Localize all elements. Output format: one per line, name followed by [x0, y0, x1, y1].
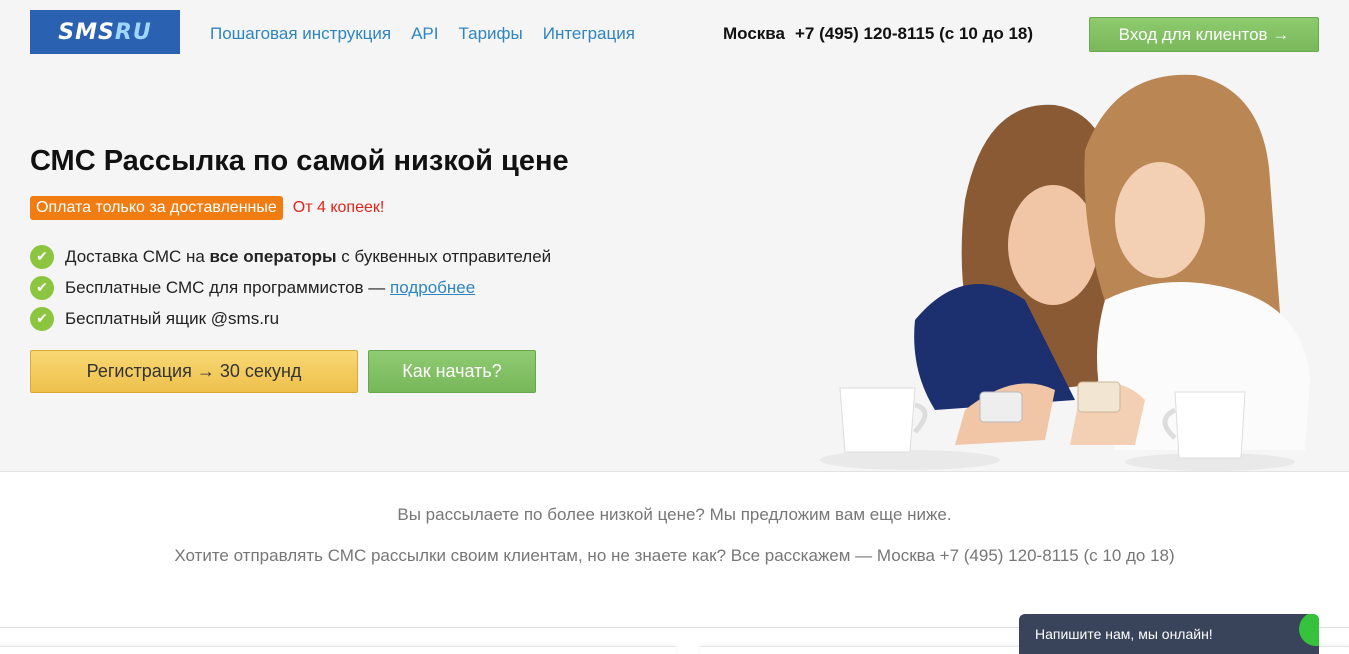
contact-info: Москва +7 (495) 120-8115 (с 10 до 18)	[723, 24, 1033, 44]
nav-link-api[interactable]: API	[411, 24, 438, 44]
payment-badge: Оплата только за доставленные	[30, 196, 283, 220]
nav-link-integration[interactable]: Интеграция	[543, 24, 635, 44]
feature-label: Бесплатные СМС для программистов — подро…	[65, 277, 476, 297]
register-button[interactable]: Регистрация → 30 секунд	[30, 350, 358, 393]
price-note: От 4 копеек!	[292, 199, 385, 216]
info-line-price: Вы рассылаете по более низкой цене? Мы п…	[397, 505, 952, 524]
feature-label: Бесплатный ящик @sms.ru	[65, 308, 280, 328]
details-link[interactable]: подробнее	[390, 278, 475, 297]
check-icon: ✔	[30, 306, 54, 331]
logo-text: SMSRU	[58, 19, 152, 45]
contact-city: Москва	[723, 24, 785, 43]
nav-link-tariffs[interactable]: Тарифы	[459, 24, 523, 44]
how-to-start-button[interactable]: Как начать?	[368, 350, 536, 393]
feature-label: Доставка СМС на все операторы с буквенны…	[65, 246, 552, 266]
feature-list: ✔ Доставка СМС на все операторы с буквен…	[30, 241, 551, 334]
info-line-help: Хотите отправлять СМС рассылки своим кли…	[174, 546, 1175, 565]
login-button[interactable]: Вход для клиентов →	[1089, 17, 1319, 52]
page-title: СМС Рассылка по самой низкой цене	[30, 145, 569, 177]
online-status-icon	[1299, 614, 1319, 646]
feature-item-developers: ✔ Бесплатные СМС для программистов — под…	[30, 272, 551, 303]
contact-phone[interactable]: +7 (495) 120-8115 (с 10 до 18)	[795, 24, 1033, 43]
nav-link-instructions[interactable]: Пошаговая инструкция	[210, 24, 391, 44]
main-nav: Пошаговая инструкция API Тарифы Интеграц…	[210, 24, 655, 44]
chat-label: Напишите нам, мы онлайн!	[1035, 626, 1213, 642]
hero-section: SMSRU Пошаговая инструкция API Тарифы Ин…	[0, 0, 1349, 472]
check-icon: ✔	[30, 244, 54, 269]
chat-widget[interactable]: Напишите нам, мы онлайн!	[1019, 614, 1319, 654]
hero-photo	[820, 74, 1310, 471]
promo-line: Оплата только за доставленные От 4 копее…	[30, 196, 384, 220]
feature-item-mailbox: ✔ Бесплатный ящик @sms.ru	[30, 303, 551, 334]
logo[interactable]: SMSRU	[30, 10, 180, 54]
feature-item-operators: ✔ Доставка СМС на все операторы с буквен…	[30, 241, 551, 272]
check-icon: ✔	[30, 275, 54, 300]
feature-card-left	[0, 646, 676, 654]
